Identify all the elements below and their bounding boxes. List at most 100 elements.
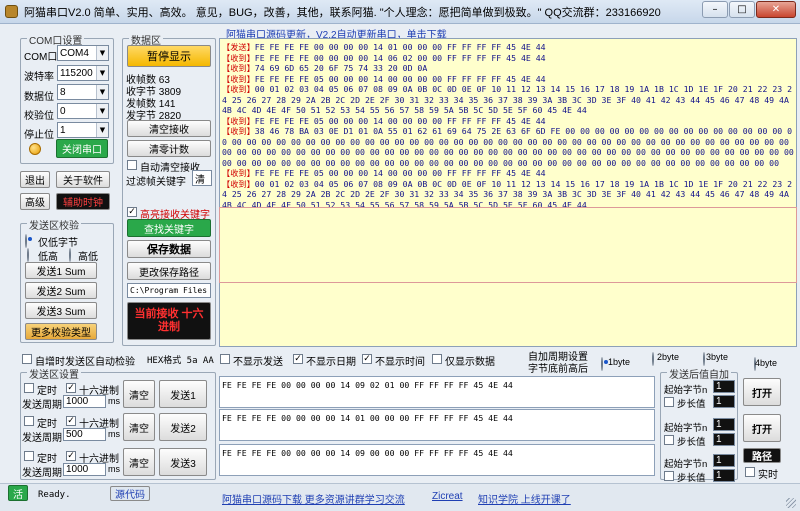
step-input[interactable]: 1 [713, 433, 735, 446]
step-checkbox[interactable] [664, 397, 674, 407]
start-byte-label: 起始字节n [664, 385, 708, 396]
3byte-radio[interactable] [703, 352, 705, 366]
clear-send-button[interactable]: 清空 [123, 380, 155, 408]
recv-line: 【收到】FE FE FE FE 05 00 00 00 14 00 00 00 … [222, 168, 794, 179]
low-high-label: 低高 [38, 252, 58, 263]
com-port-label: COM口 [24, 52, 58, 63]
recv-line-tag: 【发送】 [222, 42, 255, 52]
minimize-button[interactable]: – [702, 1, 728, 18]
find-keyword-button[interactable]: 查找关键字 [127, 219, 211, 237]
recv-mode-label: 当前接收 十六进制 [134, 308, 204, 333]
maximize-button[interactable]: □ [729, 1, 755, 18]
send-text-field[interactable]: FE FE FE FE 00 00 00 00 14 09 00 00 00 F… [219, 444, 655, 476]
timed-checkbox[interactable] [24, 416, 34, 426]
highlight-checkbox[interactable]: ✓ [127, 207, 137, 217]
window-title: 阿猫串口V2.0 简单、实用、高效。 意见，BUG，改善，其他，联系阿猫. "个… [24, 6, 661, 19]
start-byte-input[interactable]: 1 [713, 418, 735, 431]
period-input[interactable]: 500 [63, 428, 106, 441]
hide-time-label: 不显示时间 [375, 357, 425, 368]
start-byte-input[interactable]: 1 [713, 454, 735, 467]
receive-area[interactable]: 【发送】FE FE FE FE 00 00 00 00 14 01 00 00 … [219, 38, 797, 347]
hex-checkbox[interactable]: ✓ [66, 416, 76, 426]
only-data-checkbox[interactable] [432, 354, 442, 364]
recv-line: 【收到】38 46 78 BA 03 0E D1 01 0A 55 01 62 … [222, 126, 794, 168]
hide-time-checkbox[interactable]: ✓ [362, 354, 372, 364]
recv-line: 【收到】FE FE FE FE 05 00 00 00 14 00 00 00 … [222, 74, 794, 85]
resize-grip-icon[interactable] [786, 498, 796, 508]
timed-checkbox[interactable] [24, 451, 34, 461]
change-path-button[interactable]: 更改保存路径 [127, 262, 211, 280]
send3-sum-button[interactable]: 发送3 Sum [25, 302, 97, 319]
step-checkbox[interactable] [664, 471, 674, 481]
close-button[interactable]: ✕ [756, 1, 796, 18]
save-data-button[interactable]: 保存数据 [127, 240, 211, 258]
hex-checkbox[interactable]: ✓ [66, 383, 76, 393]
advanced-button[interactable]: 高级 [20, 193, 50, 210]
auto-checksum-checkbox[interactable] [22, 354, 32, 364]
hide-date-checkbox[interactable]: ✓ [293, 354, 303, 364]
timed-checkbox[interactable] [24, 383, 34, 393]
com-port-select[interactable]: COM4 ▼ [57, 45, 109, 61]
period-value: 1000 [66, 396, 89, 407]
open-button-1[interactable]: 打开 [743, 378, 781, 406]
clear-recv-button[interactable]: 清空接收 [127, 120, 211, 137]
checksum-group-label: 发送区校验 [27, 217, 81, 232]
step-label: 步长值 [677, 399, 706, 410]
recv-line: 【收到】FE FE FE FE 00 00 00 00 14 06 02 00 … [222, 53, 794, 64]
hide-send-label: 不显示发送 [233, 357, 283, 368]
send-text-field[interactable]: FE FE FE FE 00 00 00 00 14 01 00 00 00 F… [219, 409, 655, 441]
send-text-field[interactable]: FE FE FE FE 00 00 00 00 14 09 02 01 00 F… [219, 376, 655, 408]
hex-checkbox[interactable]: ✓ [66, 451, 76, 461]
period-input[interactable]: 1000 [63, 463, 106, 476]
recv-mode-button[interactable]: 当前接收 十六进制 [127, 302, 211, 340]
assist-clock-button[interactable]: 辅助时钟 [56, 193, 110, 210]
low-high-radio[interactable] [27, 248, 29, 262]
clear-send-button[interactable]: 清空 [123, 448, 155, 476]
period-input[interactable]: 1000 [63, 395, 106, 408]
1byte-radio[interactable] [601, 357, 603, 371]
step-input[interactable]: 1 [713, 469, 735, 482]
baud-select[interactable]: 115200 ▼ [57, 65, 109, 81]
start-byte-value: 1 [716, 381, 722, 392]
recv-line-text: 00 01 02 03 04 05 06 07 08 09 0A 0B 0C 0… [222, 84, 794, 115]
download-link[interactable]: 阿猫串口源码下载 更多资源讲群学习交流 [222, 491, 405, 506]
recv-line-tag: 【收到】 [222, 52, 255, 63]
source-code-button[interactable]: 源代码 [110, 486, 150, 501]
filter-keyword-input[interactable]: 清 [192, 170, 212, 186]
byte-order-label: 字节底前高后 [528, 364, 588, 375]
zicreat-link[interactable]: Zicreat [432, 491, 463, 502]
stopbits-select[interactable]: 1 ▼ [57, 122, 109, 138]
exit-button[interactable]: 退出 [20, 171, 50, 188]
auto-clear-checkbox[interactable] [127, 160, 137, 170]
2byte-radio[interactable] [652, 352, 654, 366]
period-label: 发送周期 [22, 468, 62, 479]
close-port-button[interactable]: 关闭串口 [56, 139, 108, 158]
clear-send-button[interactable]: 清空 [123, 413, 155, 441]
step-input[interactable]: 1 [713, 395, 735, 408]
only-data-label: 仅显示数据 [445, 357, 495, 368]
send2-sum-button[interactable]: 发送2 Sum [25, 282, 97, 299]
realtime-checkbox[interactable] [745, 467, 755, 477]
high-low-radio[interactable] [69, 248, 71, 262]
send1-sum-button[interactable]: 发送1 Sum [25, 262, 97, 279]
start-byte-input[interactable]: 1 [713, 380, 735, 393]
route-button[interactable]: 路径 [743, 448, 781, 463]
clear-count-button[interactable]: 清零计数 [127, 140, 211, 157]
only-low-radio[interactable] [25, 234, 27, 248]
databits-select[interactable]: 8 ▼ [57, 84, 109, 100]
step-checkbox[interactable] [664, 435, 674, 445]
more-checksum-button[interactable]: 更多校验类型 [25, 323, 97, 340]
parity-select[interactable]: 0 ▼ [57, 103, 109, 119]
send-button-1[interactable]: 发送1 [159, 380, 207, 408]
save-path-input[interactable]: C:\Program Files [127, 283, 211, 298]
zhidao-link[interactable]: 知识学院 上线开课了 [478, 491, 571, 506]
about-button[interactable]: 关于软件 [56, 171, 110, 188]
hide-send-checkbox[interactable] [220, 354, 230, 364]
step-value: 1 [716, 470, 722, 481]
step-value: 1 [716, 396, 722, 407]
pause-display-button[interactable]: 暂停显示 [127, 45, 211, 67]
open-button-2[interactable]: 打开 [743, 414, 781, 442]
send-button-2[interactable]: 发送2 [159, 413, 207, 441]
send-button-3[interactable]: 发送3 [159, 448, 207, 476]
chevron-down-icon: ▼ [96, 85, 108, 99]
